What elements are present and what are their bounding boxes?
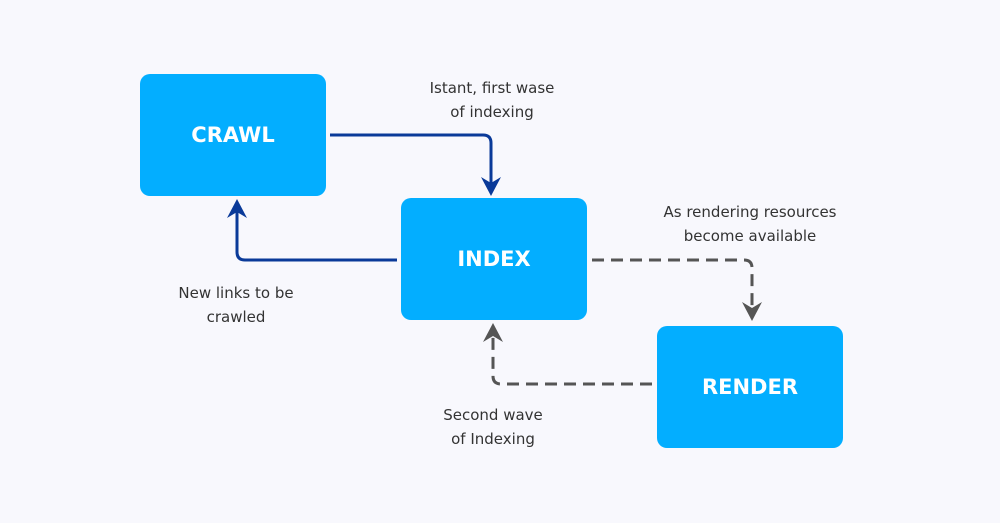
label-render-to-index: Second wave of Indexing bbox=[443, 403, 543, 451]
label-crawl-to-index: Istant, first wase of indexing bbox=[430, 76, 555, 124]
node-render: RENDER bbox=[657, 326, 843, 448]
node-crawl: CRAWL bbox=[140, 74, 326, 196]
node-index: INDEX bbox=[401, 198, 587, 320]
label-index-to-render: As rendering resources become available bbox=[664, 200, 837, 248]
label-line: of indexing bbox=[450, 103, 534, 121]
arrow-index-to-crawl bbox=[235, 210, 397, 262]
label-line: of Indexing bbox=[451, 430, 535, 448]
label-line: New links to be bbox=[178, 284, 294, 302]
label-index-to-crawl: New links to be crawled bbox=[178, 281, 293, 329]
arrow-crawl-to-index bbox=[330, 133, 493, 188]
arrow-index-to-render bbox=[592, 258, 754, 310]
label-line: crawled bbox=[206, 308, 266, 326]
arrow-render-to-index bbox=[491, 334, 652, 386]
label-line: As rendering resources bbox=[663, 203, 837, 221]
label-line: Istant, first wase bbox=[429, 79, 555, 97]
label-line: become available bbox=[683, 227, 817, 245]
label-line: Second wave bbox=[443, 406, 543, 424]
